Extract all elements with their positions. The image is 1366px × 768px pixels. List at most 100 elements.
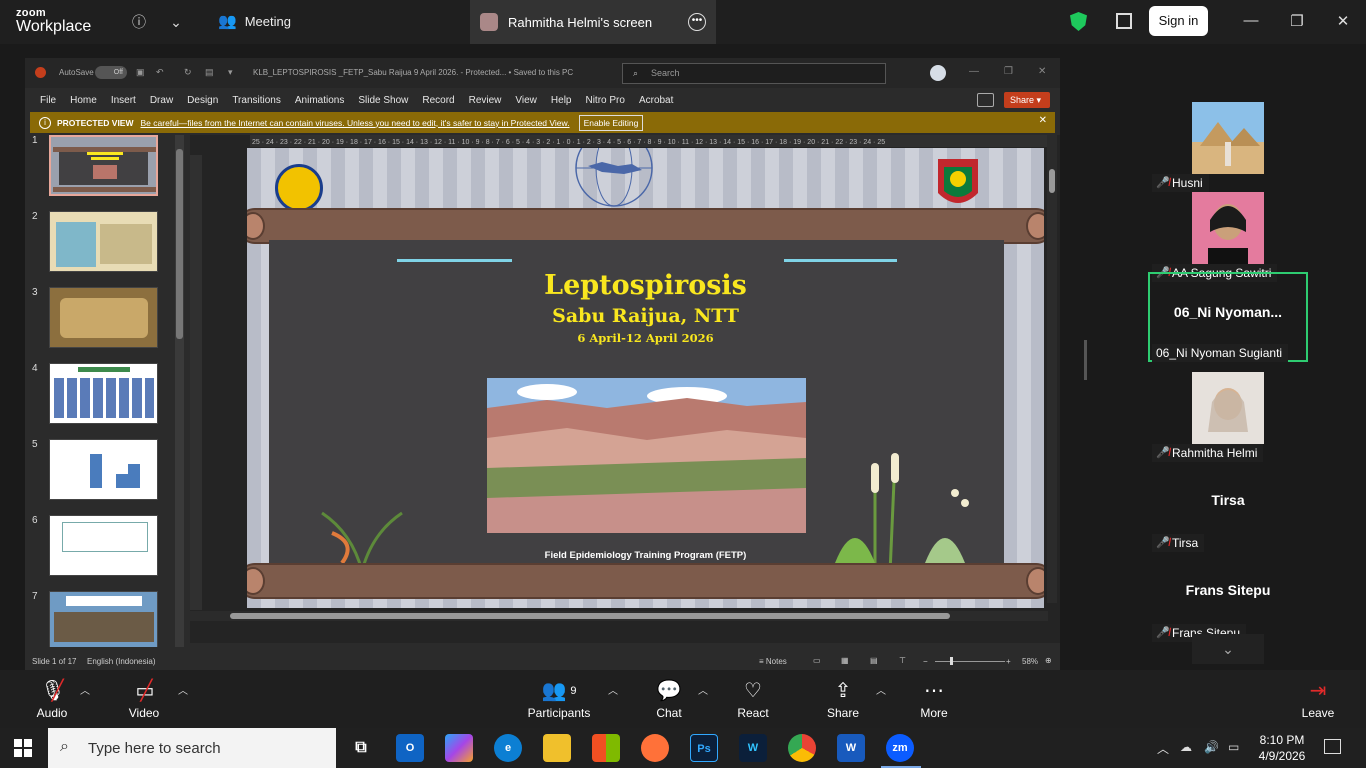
tab-file[interactable]: File <box>40 95 56 106</box>
undo-icon[interactable]: ↶ <box>156 67 164 78</box>
tab-review[interactable]: Review <box>469 95 502 106</box>
slideshow-icon[interactable]: ⊤ <box>899 656 906 665</box>
chat-options-icon[interactable]: ︿ <box>698 682 708 697</box>
sign-in-button[interactable]: Sign in <box>1149 6 1208 36</box>
participants-button[interactable]: 👥 9 Participants <box>524 678 594 720</box>
tab-transitions[interactable]: Transitions <box>232 95 281 106</box>
info-icon[interactable]: ⓘ <box>129 12 149 32</box>
chat-button[interactable]: 💬 Chat <box>634 678 704 720</box>
outlook-icon[interactable]: O <box>396 734 424 762</box>
zoom-in-icon[interactable]: + <box>1006 657 1011 666</box>
active-speaker-tile[interactable]: 06_Ni Nyoman... 06_Ni Nyoman Sugianti <box>1148 272 1308 362</box>
chrome-icon[interactable] <box>788 734 816 762</box>
security-shield-icon[interactable] <box>1070 12 1087 31</box>
tab-acrobat[interactable]: Acrobat <box>639 95 673 106</box>
ppt-search-box[interactable]: ⌕ Search <box>622 63 886 84</box>
close-icon[interactable]: ✕ <box>1333 12 1353 30</box>
slide-thumbnail[interactable] <box>49 515 158 576</box>
minimize-icon[interactable]: — <box>1241 12 1261 29</box>
shared-screen-tab[interactable]: Rahmitha Helmi's screen ••• <box>470 0 716 44</box>
tab-insert[interactable]: Insert <box>111 95 136 106</box>
more-button[interactable]: ⋯ More <box>899 678 969 720</box>
edge-icon[interactable]: e <box>494 734 522 762</box>
audio-options-icon[interactable]: ︿ <box>80 682 90 697</box>
taskbar-clock[interactable]: 8:10 PM 4/9/2026 <box>1252 732 1312 764</box>
webex-icon[interactable]: W <box>739 734 767 762</box>
participant-tile[interactable]: 🎤̸ Husni <box>1148 102 1308 192</box>
normal-view-icon[interactable]: ▭ <box>813 656 821 665</box>
zoom-out-icon[interactable]: − <box>923 657 928 666</box>
zoom-app-icon[interactable]: zm <box>886 734 914 762</box>
battery-icon[interactable]: ▭ <box>1228 740 1239 754</box>
word-icon[interactable]: W <box>837 734 865 762</box>
language-indicator[interactable]: English (Indonesia) <box>87 657 155 666</box>
participant-tile[interactable]: 🎤̸ AA Sagung Sawitri <box>1148 192 1308 282</box>
comments-icon[interactable] <box>977 93 994 107</box>
tab-design[interactable]: Design <box>187 95 218 106</box>
reading-view-icon[interactable]: ▤ <box>870 656 878 665</box>
windows-start-icon[interactable] <box>14 739 32 757</box>
close-bar-icon[interactable]: ✕ <box>1039 115 1047 126</box>
ppt-share-button[interactable]: Share ▾ <box>1004 92 1050 108</box>
enable-editing-button[interactable]: Enable Editing <box>578 114 644 131</box>
participant-tile[interactable]: 🎤̸ Rahmitha Helmi <box>1148 372 1308 462</box>
file-explorer-icon[interactable] <box>543 734 571 762</box>
taskbar-search[interactable]: ⌕ Type here to search <box>48 728 336 768</box>
audio-button[interactable]: 🎙╱ Audio <box>17 678 87 720</box>
ppt-minimize-icon[interactable]: — <box>969 66 979 77</box>
autosave-toggle[interactable]: Off <box>95 66 127 79</box>
ppt-restore-icon[interactable]: ❐ <box>1004 66 1013 77</box>
tab-help[interactable]: Help <box>551 95 572 106</box>
redo-icon[interactable]: ↻ <box>184 67 192 78</box>
slide-thumbnail[interactable] <box>49 287 158 348</box>
share-options-icon[interactable]: ︿ <box>876 682 886 697</box>
customize-toolbar-icon[interactable]: ▾ <box>228 67 233 78</box>
slide-thumbnail[interactable] <box>49 439 158 500</box>
chevron-down-icon[interactable]: ⌄ <box>166 12 186 32</box>
zoom-slider[interactable] <box>935 661 1005 662</box>
thumbnail-row[interactable]: 1 <box>25 135 185 201</box>
thumbnail-row[interactable]: 5 <box>25 439 185 505</box>
slide-thumbnail[interactable] <box>49 363 158 424</box>
present-icon[interactable]: ▤ <box>205 67 214 78</box>
panel-divider[interactable] <box>1084 340 1087 380</box>
tab-record[interactable]: Record <box>422 95 454 106</box>
zoom-level[interactable]: 58% <box>1022 657 1038 666</box>
slide-scrollbar[interactable] <box>1047 135 1057 603</box>
tab-home[interactable]: Home <box>70 95 97 106</box>
thumbnails-scroll-grip[interactable] <box>176 149 183 339</box>
zoom-slider-thumb[interactable] <box>950 657 953 665</box>
participant-tile[interactable]: Frans Sitepu 🎤̸ Frans Sitepu <box>1148 552 1308 642</box>
tab-draw[interactable]: Draw <box>150 95 173 106</box>
tab-nitro-pro[interactable]: Nitro Pro <box>585 95 624 106</box>
thumbnail-row[interactable]: 2 <box>25 211 185 277</box>
onedrive-icon[interactable]: ☁ <box>1180 740 1192 754</box>
restore-icon[interactable]: ❐ <box>1287 12 1307 30</box>
save-icon[interactable]: ▣ <box>136 67 145 78</box>
participants-options-icon[interactable]: ︿ <box>608 682 618 697</box>
video-options-icon[interactable]: ︿ <box>178 682 188 697</box>
share-screen-button[interactable]: ⇪ Share <box>808 678 878 720</box>
notification-icon[interactable] <box>1324 739 1341 754</box>
firefox-icon[interactable] <box>641 734 669 762</box>
horizontal-scroll-grip[interactable] <box>230 613 950 619</box>
tab-slide-show[interactable]: Slide Show <box>358 95 408 106</box>
meeting-tab[interactable]: 👥 Meeting <box>218 12 291 30</box>
view-layout-icon[interactable] <box>1116 13 1132 29</box>
slide-scroll-grip[interactable] <box>1049 169 1055 193</box>
participant-tile[interactable]: Tirsa 🎤̸ Tirsa <box>1148 462 1308 552</box>
tray-overflow-icon[interactable]: ︿ <box>1157 740 1169 757</box>
video-button[interactable]: ▭╱ Video <box>109 678 179 720</box>
horizontal-scrollbar[interactable] <box>190 611 1048 621</box>
account-avatar[interactable] <box>930 65 946 81</box>
copilot-icon[interactable] <box>445 734 473 762</box>
thumbnail-row[interactable]: 4 <box>25 363 185 429</box>
thumbnail-row[interactable]: 6 <box>25 515 185 581</box>
more-options-icon[interactable]: ••• <box>688 13 706 31</box>
leave-button[interactable]: ⇥ Leave <box>1283 678 1353 720</box>
thumbnails-scrollbar[interactable] <box>175 135 184 647</box>
slide-thumbnail[interactable] <box>49 135 158 196</box>
gallery-scroll-down-icon[interactable]: ⌄ <box>1192 634 1264 664</box>
task-view-icon[interactable]: ⧉ <box>347 734 375 762</box>
photoshop-icon[interactable]: Ps <box>690 734 718 762</box>
